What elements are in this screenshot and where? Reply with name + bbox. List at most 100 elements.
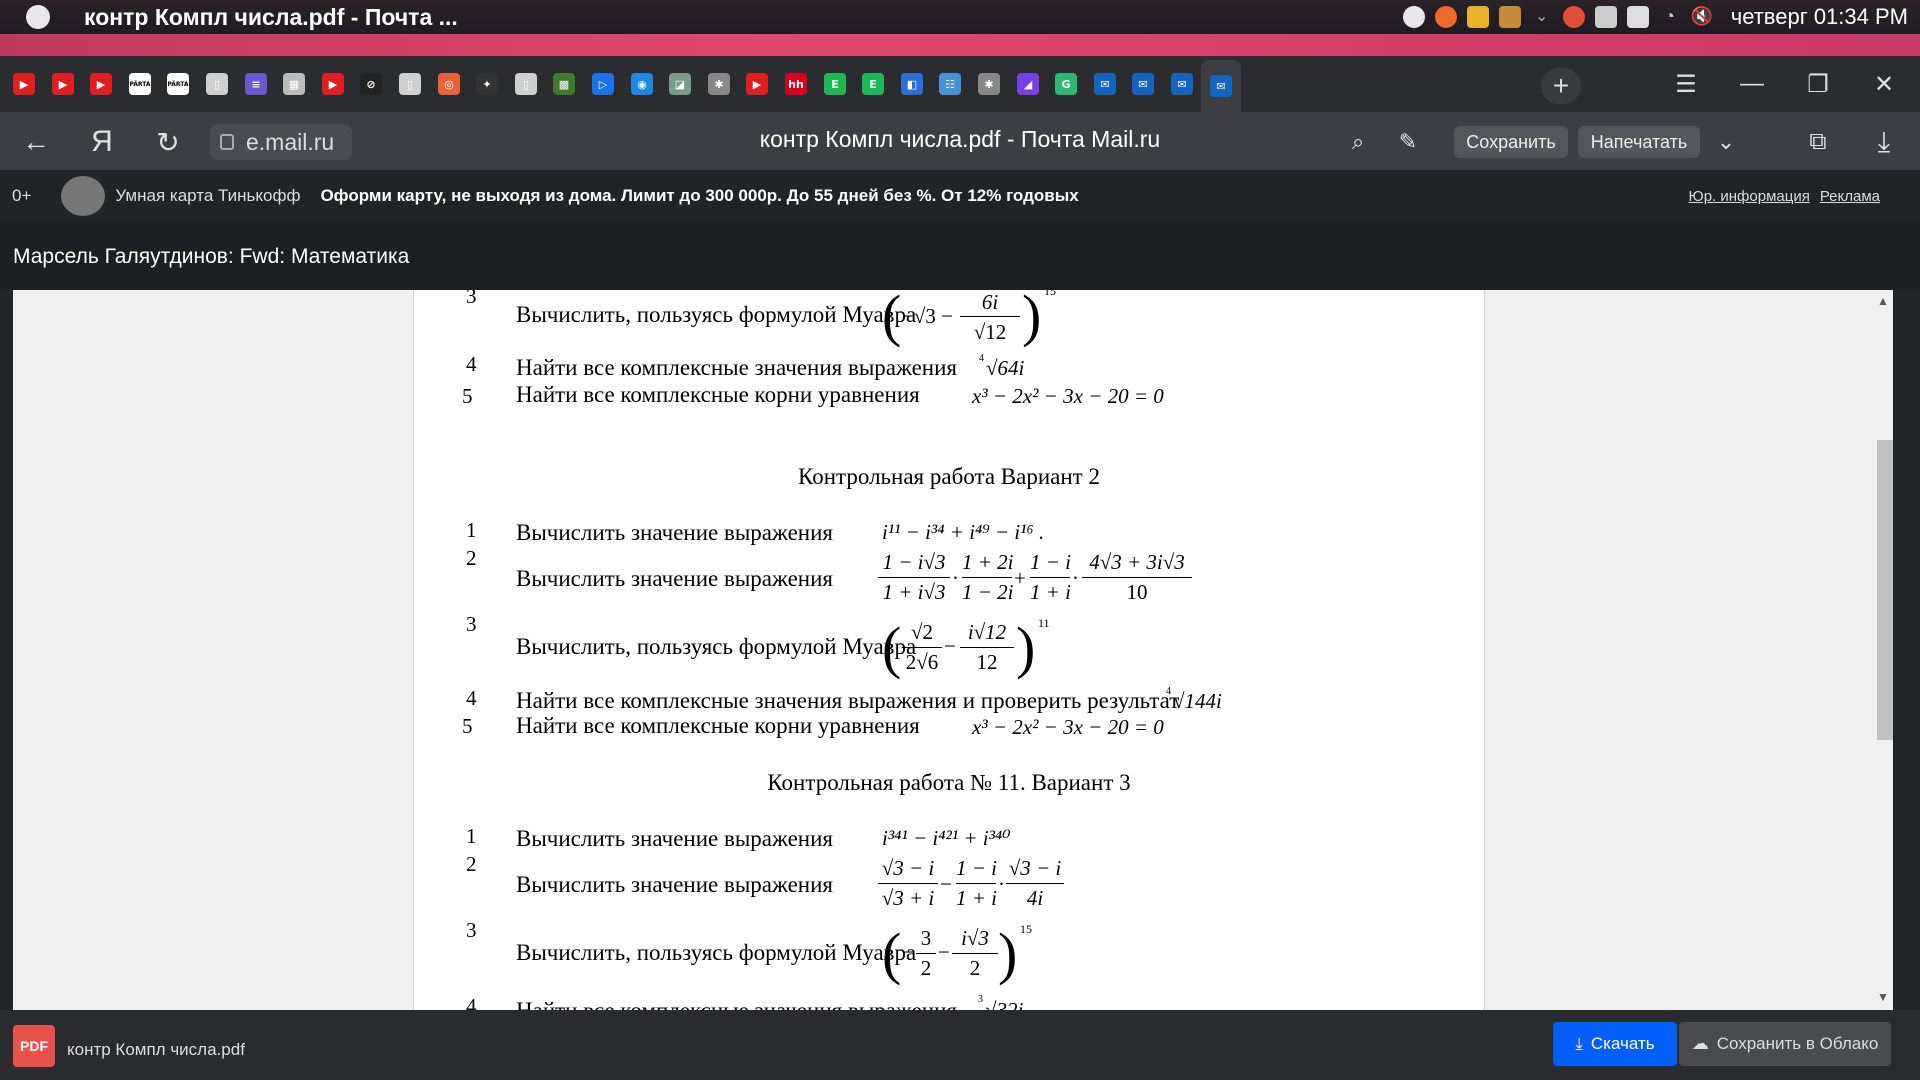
tab-document-13[interactable]: ▯ (506, 64, 546, 104)
back-button[interactable]: ← (16, 122, 56, 162)
tab-parta-4[interactable]: PÄRTA (158, 64, 198, 104)
parta-icon: PÄRTA (167, 73, 189, 95)
legal-info-link[interactable]: Юр. информация (1689, 188, 1810, 205)
tab-youtube-19[interactable]: ▶ (737, 64, 777, 104)
tab-e-22[interactable]: E (853, 64, 893, 104)
tab-document-5[interactable]: ▯ (197, 64, 237, 104)
youtube-icon: ▶ (746, 73, 768, 95)
youtube-icon: ▶ (322, 73, 344, 95)
e-icon: E (824, 73, 846, 95)
antivirus-icon[interactable] (1562, 6, 1585, 28)
tab-e-21[interactable]: E (815, 64, 855, 104)
image-icon: ◪ (669, 73, 691, 95)
fraction-numerator: i√12 (967, 620, 1007, 644)
print-button[interactable]: Напечатать (1578, 126, 1700, 158)
close-window-button[interactable]: ✕ (1864, 66, 1904, 102)
tab-mail-28[interactable]: ✉ (1085, 64, 1125, 104)
tab-minecraft-14[interactable]: ▩ (544, 64, 584, 104)
tab-youtube-2[interactable]: ▶ (81, 64, 121, 104)
pdf-viewer[interactable]: 3 Вычислить, пользуясь формулой Муавра (… (13, 290, 1893, 1010)
tab-parta-3[interactable]: PÄRTA (120, 64, 160, 104)
mail-icon: ✉ (1132, 73, 1154, 95)
paren-right: ) (998, 921, 1018, 986)
paren-right: ) (1022, 290, 1042, 348)
tab-puzzle-18[interactable]: ✱ (699, 64, 739, 104)
tab-fingerprint-16[interactable]: ◉ (622, 64, 662, 104)
scrollbar-thumb[interactable] (1877, 440, 1893, 740)
tab-target-11[interactable]: ◎ (429, 64, 469, 104)
tab-mail-29[interactable]: ✉ (1123, 64, 1163, 104)
ad-brand[interactable]: Умная карта Тинькофф (115, 186, 300, 206)
fraction-numerator: √2 (910, 620, 934, 644)
tab-youtube-0[interactable]: ▶ (4, 64, 44, 104)
math-root: √32i (985, 998, 1024, 1010)
tab-mail-30[interactable]: ✉ (1162, 64, 1202, 104)
firefox-icon[interactable] (1434, 6, 1457, 28)
tab-link-9[interactable]: ⊘ (351, 64, 391, 104)
volume-muted-icon[interactable]: 🔇 (1691, 6, 1713, 28)
tab-sparkle-12[interactable]: ✦ (467, 64, 507, 104)
tab-book-23[interactable]: ◧ (892, 64, 932, 104)
paren-left: ( (882, 615, 902, 680)
tab-youtube-1[interactable]: ▶ (43, 64, 83, 104)
download-button[interactable]: ⤓ Скачать (1553, 1022, 1677, 1066)
clock[interactable]: четверг 01:34 PM (1731, 4, 1908, 30)
tab-document-10[interactable]: ▯ (390, 64, 430, 104)
search-page-button[interactable]: ⌕ (1338, 122, 1378, 162)
minecraft-icon: ▩ (553, 73, 575, 95)
tab-youtube-8[interactable]: ▶ (313, 64, 353, 104)
email-subject-bar: Марсель Галяутдинов: Fwd: Математика (0, 222, 1920, 290)
tab-hh-20[interactable]: hh (776, 64, 816, 104)
scroll-up-icon[interactable]: ▲ (1877, 294, 1889, 308)
tab-mail-31[interactable]: ✉ (1201, 60, 1241, 112)
save-to-cloud-button[interactable]: ☁ Сохранить в Облако (1679, 1022, 1891, 1066)
task-text: Вычислить значение выражения (516, 566, 834, 591)
tab-list-6[interactable]: ≡ (236, 64, 276, 104)
tab-puzzle-25[interactable]: ✱ (969, 64, 1009, 104)
triangle-icon: ◢ (1017, 73, 1039, 95)
folder-icon[interactable] (1466, 6, 1489, 28)
task-number: 4 (466, 994, 477, 1010)
fraction-bar (956, 883, 996, 884)
pen-icon: ✎ (1398, 129, 1418, 154)
minimize-button[interactable]: — (1732, 66, 1772, 102)
bookmarks-button[interactable]: ⧉ (1798, 122, 1838, 162)
tab-image-17[interactable]: ◪ (660, 64, 700, 104)
math-operator: − (944, 634, 956, 658)
tab-play-circle-15[interactable]: ▷ (583, 64, 623, 104)
fraction-numerator: √3 − i (881, 856, 935, 880)
new-tab-button[interactable]: + (1541, 68, 1581, 104)
g-icon: G (1055, 73, 1077, 95)
yandex-home-button[interactable]: Я (82, 122, 122, 162)
tab-triangle-26[interactable]: ◢ (1008, 64, 1048, 104)
ad-banner[interactable]: 0+ Умная карта Тинькофф Оформи карту, не… (0, 170, 1920, 222)
advert-link[interactable]: Реклама (1820, 188, 1880, 205)
tab-g-27[interactable]: G (1046, 64, 1086, 104)
battery-icon[interactable] (1594, 6, 1617, 28)
downloads-button[interactable]: ⤓ (1864, 122, 1904, 162)
math-operator: − (940, 872, 952, 896)
math-expression: i¹¹ − i³⁴ + i⁴⁹ − i¹⁶ . (882, 520, 1045, 544)
wifi-icon[interactable]: ◔ (1659, 6, 1681, 28)
restore-button[interactable]: ❐ (1798, 66, 1838, 102)
chevron-down-icon[interactable]: ⌄ (1531, 6, 1553, 28)
tab-list-button[interactable]: ☰ (1666, 66, 1706, 102)
math-operator: · (998, 872, 1005, 896)
url-field[interactable]: e.mail.ru (210, 124, 352, 160)
save-button[interactable]: Сохранить (1454, 126, 1568, 158)
scroll-down-icon[interactable]: ▼ (1877, 990, 1889, 1004)
apple-icon[interactable] (26, 5, 50, 29)
tab-qr-7[interactable]: ▦ (274, 64, 314, 104)
pdf-scrollbar[interactable]: ▲ ▼ (1873, 290, 1893, 1010)
task-text: Вычислить значение выражения (516, 520, 834, 545)
more-button[interactable]: ⌄ (1706, 122, 1746, 162)
tools-icon[interactable] (1498, 6, 1521, 28)
tab-people-24[interactable]: ☷ (930, 64, 970, 104)
dropbox-icon[interactable] (1626, 6, 1649, 28)
reload-button[interactable]: ↻ (148, 122, 188, 162)
play-circle-icon: ▷ (592, 73, 614, 95)
yandex-icon[interactable] (1402, 6, 1425, 28)
pen-button[interactable]: ✎ (1388, 122, 1428, 162)
ad-text[interactable]: Оформи карту, не выходя из дома. Лимит д… (320, 186, 1078, 206)
task-text: Вычислить, пользуясь формулой Муавра (516, 634, 917, 659)
